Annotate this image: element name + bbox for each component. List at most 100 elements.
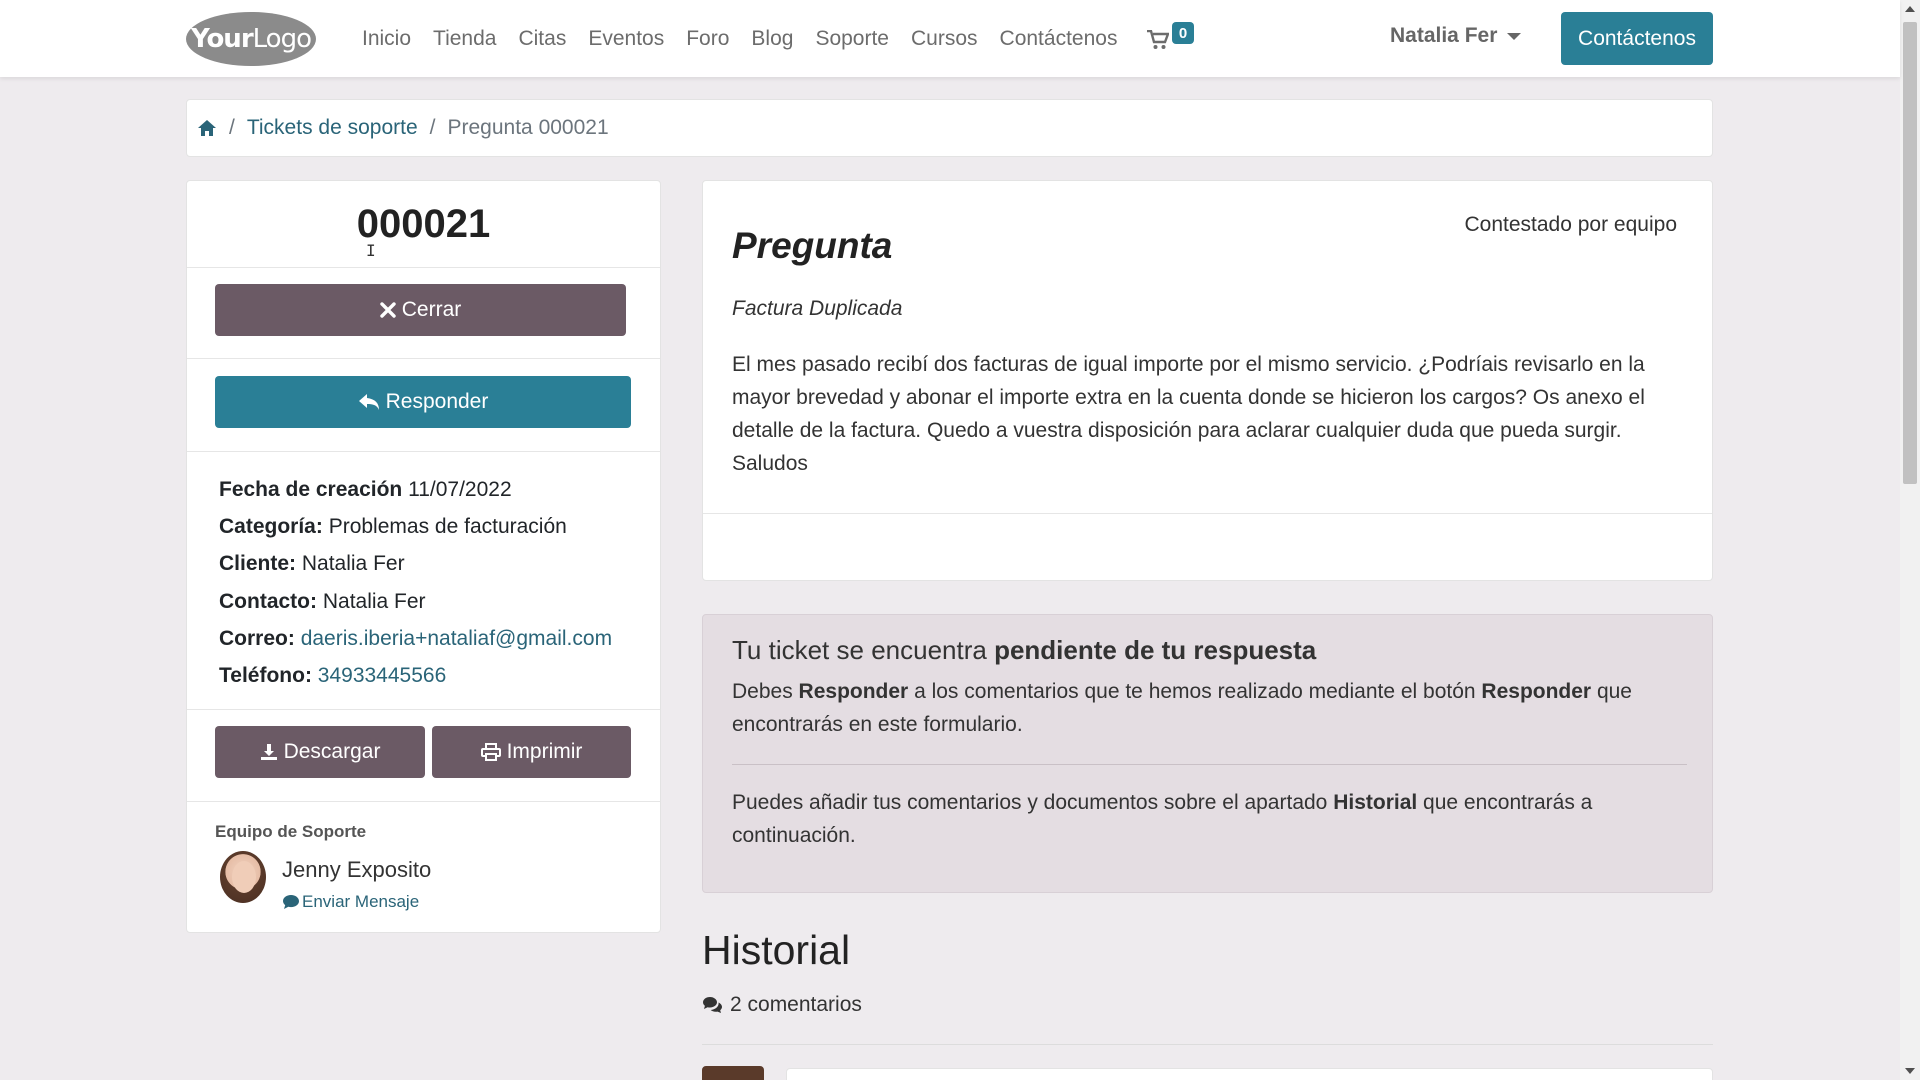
phone-link[interactable]: 34933445566 (318, 664, 446, 687)
close-ticket-button[interactable]: Cerrar (215, 284, 626, 336)
history-count-text: 2 comentarios (730, 993, 862, 1016)
pending-response-alert: Tu ticket se encuentra pendiente de tu r… (702, 614, 1713, 893)
user-dropdown[interactable]: Natalia Fer (1390, 24, 1522, 48)
breadcrumb-current: Pregunta 000021 (447, 116, 609, 139)
info-client: Cliente: Natalia Fer (219, 545, 612, 582)
info-label: Categoría: (219, 515, 323, 539)
text-cursor-icon: I (366, 241, 376, 260)
site-logo[interactable]: Your Logo (186, 12, 316, 66)
nav-item-inicio[interactable]: Inicio (362, 27, 411, 51)
cart-link[interactable]: 0 (1147, 22, 1197, 58)
divider (187, 267, 660, 268)
close-ticket-label: Cerrar (401, 298, 462, 321)
info-category: Categoría: Problemas de facturación (219, 508, 612, 545)
comment-author-avatar (702, 1066, 764, 1080)
nav-item-contactenos[interactable]: Contáctenos (1000, 27, 1118, 51)
info-value: Natalia Fer (322, 589, 426, 613)
logo-text-bold: Your (191, 24, 254, 54)
alert-title-text: Tu ticket se encuentra (732, 635, 995, 665)
info-phone: Teléfono: 34933445566 (219, 657, 612, 694)
nav-item-soporte[interactable]: Soporte (815, 27, 889, 51)
info-label: Fecha de creación (219, 478, 403, 501)
divider (702, 1044, 1713, 1045)
print-label: Imprimir (506, 740, 583, 763)
cart-count-badge: 0 (1172, 22, 1194, 44)
divider (187, 358, 660, 359)
ticket-number: 000021 (356, 201, 491, 246)
info-value: 11/07/2022 (408, 478, 512, 501)
divider (187, 709, 660, 710)
breadcrumb-tickets-link[interactable]: Tickets de soporte (247, 116, 418, 140)
alert-title: Tu ticket se encuentra pendiente de tu r… (732, 635, 1316, 666)
home-icon[interactable] (197, 119, 217, 137)
comment-card (786, 1068, 1713, 1080)
alert-paragraph-2: Puedes añadir tus comentarios y document… (732, 786, 1692, 852)
email-link[interactable]: daeris.iberia+nataliaf@gmail.com (301, 627, 612, 650)
info-label: Contacto: (219, 589, 317, 613)
divider (732, 764, 1687, 765)
top-navbar: Your Logo Inicio Tienda Citas Eventos For… (0, 0, 1900, 77)
question-status: Contestado por equipo (1464, 213, 1678, 236)
scroll-up-arrow-icon[interactable] (1905, 6, 1915, 12)
main-menu: Inicio Tienda Citas Eventos Foro Blog So… (351, 0, 1128, 77)
history-comment-count: 2 comentarios (702, 993, 862, 1017)
nav-item-blog[interactable]: Blog (751, 27, 793, 51)
scroll-thumb[interactable] (1903, 22, 1917, 484)
breadcrumb: / Tickets de soporte / Pregunta 000021 (186, 99, 1713, 157)
send-message-link[interactable]: Enviar Mensaje (282, 892, 419, 912)
logo-text: Logo (252, 24, 312, 54)
info-value: Problemas de facturación (328, 515, 567, 539)
question-title: Pregunta (732, 225, 893, 266)
contact-button[interactable]: Contáctenos (1561, 12, 1713, 65)
ticket-sidebar-card: 000021 Cerrar Responder Fecha de creació… (186, 180, 661, 933)
reply-label: Responder (385, 390, 489, 413)
reply-button[interactable]: Responder (215, 376, 631, 428)
agent-name: Jenny Exposito (282, 857, 432, 882)
breadcrumb-separator: / (429, 116, 436, 139)
nav-item-foro[interactable]: Foro (686, 27, 729, 51)
reply-icon (358, 394, 379, 410)
question-card: Pregunta Contestado por equipo Factura D… (702, 180, 1713, 581)
info-label: Teléfono: (219, 664, 312, 688)
user-name: Natalia Fer (1390, 24, 1498, 47)
print-icon (480, 743, 501, 761)
info-contact: Contacto: Natalia Fer (219, 583, 612, 620)
alert-text-bold: Responder (798, 680, 909, 703)
download-button[interactable]: Descargar (215, 726, 425, 778)
nav-item-tienda[interactable]: Tienda (433, 27, 496, 51)
support-team-label: Equipo de Soporte (215, 822, 367, 841)
download-label: Descargar (283, 740, 381, 763)
divider (703, 513, 1712, 514)
alert-text: a los comentarios que te hemos realizado… (908, 680, 1482, 703)
comment-icon (283, 895, 299, 909)
question-subject: Factura Duplicada (732, 297, 903, 320)
comments-icon (703, 997, 722, 1013)
send-message-label: Enviar Mensaje (302, 892, 420, 911)
alert-title-bold: pendiente de tu respuesta (994, 635, 1317, 665)
page-scrollbar[interactable] (1900, 0, 1920, 1080)
info-label: Correo: (219, 626, 295, 650)
ticket-info-list: Fecha de creación 11/07/2022 Categoría: … (219, 471, 612, 694)
alert-paragraph-1: Debes Responder a los comentarios que te… (732, 675, 1692, 741)
caret-down-icon (1507, 32, 1522, 40)
alert-text-bold: Responder (1481, 680, 1592, 703)
shopping-cart-icon (1147, 30, 1169, 49)
nav-item-citas[interactable]: Citas (518, 27, 566, 51)
scroll-down-arrow-icon[interactable] (1905, 1068, 1915, 1074)
divider (187, 451, 660, 452)
info-label: Cliente: (219, 552, 297, 576)
question-body: El mes pasado recibí dos facturas de igu… (732, 353, 1645, 475)
info-created: Fecha de creación 11/07/2022 (219, 471, 612, 508)
info-value: Natalia Fer (301, 552, 405, 576)
nav-item-cursos[interactable]: Cursos (911, 27, 978, 51)
download-icon (260, 744, 277, 760)
print-button[interactable]: Imprimir (432, 726, 631, 778)
alert-text-bold: Historial (1333, 791, 1418, 814)
breadcrumb-separator: / (229, 116, 235, 139)
nav-item-eventos[interactable]: Eventos (588, 27, 664, 51)
info-email: Correo: daeris.iberia+nataliaf@gmail.com (219, 620, 612, 657)
divider (187, 801, 660, 802)
close-icon (380, 302, 396, 318)
history-title: Historial (702, 927, 851, 973)
agent-avatar (220, 851, 266, 903)
